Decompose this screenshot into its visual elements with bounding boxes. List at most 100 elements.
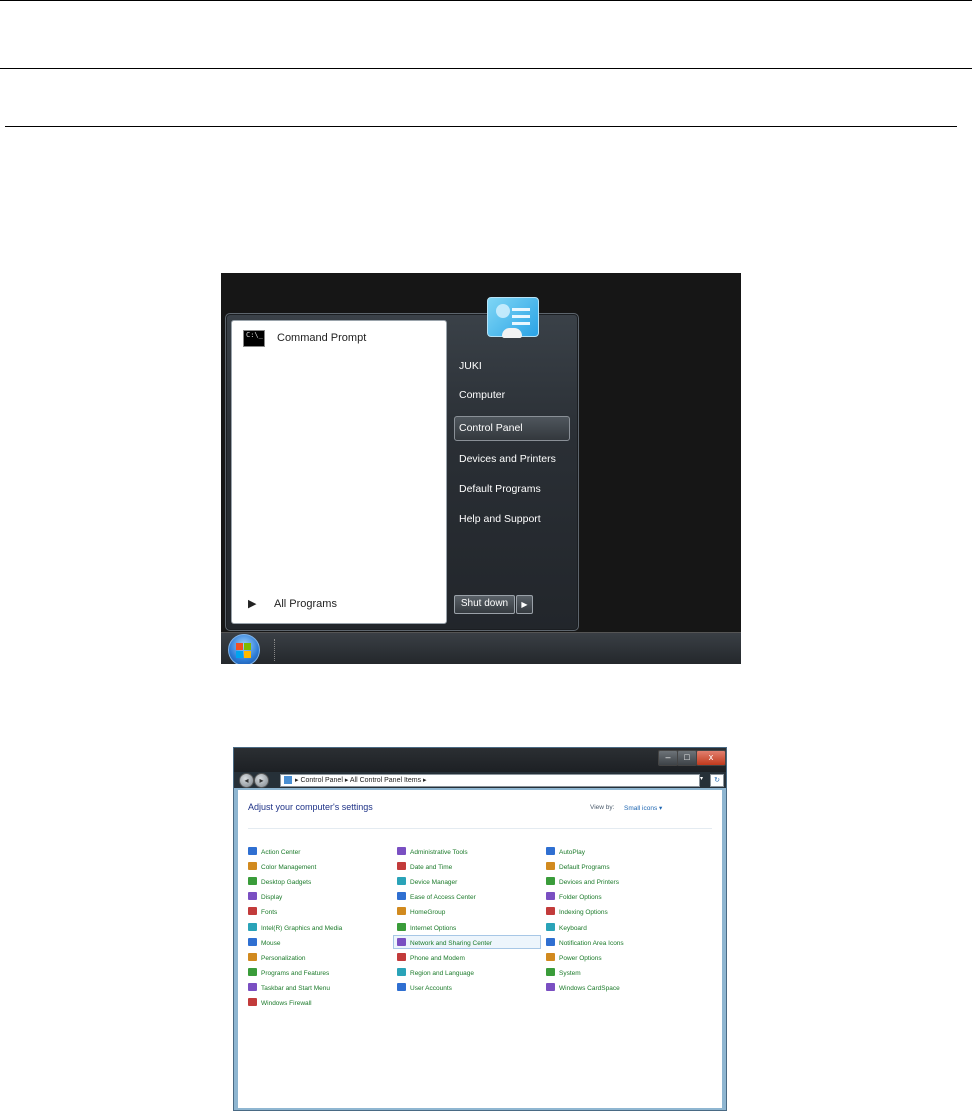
window-titlebar[interactable]: – □ x xyxy=(234,748,726,772)
minimize-button[interactable]: – xyxy=(658,750,678,766)
display-icon xyxy=(248,892,257,901)
cp-item-device-manager[interactable]: Device Manager xyxy=(397,877,457,889)
start-item-computer[interactable]: Computer xyxy=(459,389,505,401)
cp-item-autoplay[interactable]: AutoPlay xyxy=(546,847,585,859)
cp-item-label: Device Manager xyxy=(410,879,458,887)
cp-item-keyboard[interactable]: Keyboard xyxy=(546,922,587,935)
pinned-item-command-prompt[interactable]: C:\_ Command Prompt xyxy=(233,327,443,351)
middle-rule xyxy=(0,68,972,69)
windows-firewall-icon xyxy=(248,998,257,1006)
start-item-help-and-support[interactable]: Help and Support xyxy=(459,513,541,525)
address-bar[interactable]: ▸ Control Panel ▸ All Control Panel Item… xyxy=(280,774,700,787)
cp-item-programs-and-features[interactable]: Programs and Features xyxy=(248,967,329,980)
cp-item-mouse[interactable]: Mouse xyxy=(248,937,281,950)
cp-item-network-and-sharing-center[interactable]: Network and Sharing Center xyxy=(397,937,493,950)
cp-item-date-and-time[interactable]: Date and Time xyxy=(397,862,452,874)
cp-item-desktop-gadgets[interactable]: Desktop Gadgets xyxy=(248,877,311,889)
cp-item-label: Phone and Modem xyxy=(410,954,465,962)
cp-item-fonts[interactable]: Fonts xyxy=(248,907,277,919)
cp-item-action-center[interactable]: Action Center xyxy=(248,847,300,859)
cp-item-personalization[interactable]: Personalization xyxy=(248,952,306,965)
start-item-juki[interactable]: JUKI xyxy=(459,360,482,372)
cp-item-system[interactable]: System xyxy=(546,967,581,980)
chevron-right-icon: ▶ xyxy=(248,598,257,610)
cp-item-label: Network and Sharing Center xyxy=(410,939,493,947)
all-programs-item[interactable]: ▶ All Programs xyxy=(242,596,442,614)
cp-item-internet-options[interactable]: Internet Options xyxy=(397,922,457,935)
cp-item-label: System xyxy=(559,969,581,977)
cp-item-label: Action Center xyxy=(261,849,301,856)
device-manager-icon xyxy=(397,877,406,886)
close-button[interactable]: x xyxy=(696,750,726,766)
cp-item-label: Power Options xyxy=(559,954,602,962)
cp-item-label: Personalization xyxy=(261,954,306,962)
personalization-icon xyxy=(248,952,257,961)
page-title: Adjust your computer's settings xyxy=(248,802,373,812)
cp-item-label: Folder Options xyxy=(559,894,602,902)
power-options-icon xyxy=(546,952,555,961)
shut-down-button[interactable]: Shut down xyxy=(454,595,515,614)
cp-item-label: Devices and Printers xyxy=(559,879,619,887)
start-item-devices-and-printers[interactable]: Devices and Printers xyxy=(459,453,556,465)
cp-item-label: Color Management xyxy=(261,864,317,872)
cp-item-label: Indexing Options xyxy=(559,909,608,917)
cp-item-label: Intel(R) Graphics and Media xyxy=(261,924,343,932)
cp-item-label: Fonts xyxy=(261,909,278,917)
cp-item-user-accounts[interactable]: User Accounts xyxy=(397,982,452,995)
region-and-language-icon xyxy=(397,967,406,976)
cp-item-intel-r-graphics-and-media[interactable]: Intel(R) Graphics and Media xyxy=(248,922,343,935)
cp-item-devices-and-printers[interactable]: Devices and Printers xyxy=(546,877,619,889)
start-item-control-panel[interactable]: Control Panel xyxy=(459,422,523,434)
cp-item-notification-area-icons[interactable]: Notification Area Icons xyxy=(546,937,624,950)
network-and-sharing-center-icon xyxy=(397,937,406,946)
cp-item-label: Windows CardSpace xyxy=(559,984,620,992)
cp-item-label: AutoPlay xyxy=(559,849,586,856)
cp-item-label: Internet Options xyxy=(410,924,457,932)
cp-item-indexing-options[interactable]: Indexing Options xyxy=(546,907,608,919)
cp-item-color-management[interactable]: Color Management xyxy=(248,862,316,874)
cp-item-label: Desktop Gadgets xyxy=(261,879,312,887)
forward-button[interactable]: ▸ xyxy=(254,773,269,788)
default-programs-icon xyxy=(546,862,555,871)
windows-cardspace-icon xyxy=(546,982,555,991)
top-rule xyxy=(0,0,972,1)
cp-item-region-and-language[interactable]: Region and Language xyxy=(397,967,474,980)
cp-item-power-options[interactable]: Power Options xyxy=(546,952,602,965)
address-dropdown-icon[interactable]: ▾ xyxy=(700,774,708,785)
cp-item-administrative-tools[interactable]: Administrative Tools xyxy=(397,847,468,859)
view-by-dropdown[interactable]: Small icons ▾ xyxy=(624,804,662,812)
cp-item-label: Default Programs xyxy=(559,864,610,872)
cp-item-windows-firewall[interactable]: Windows Firewall xyxy=(248,998,312,1010)
cp-item-taskbar-and-start-menu[interactable]: Taskbar and Start Menu xyxy=(248,982,330,995)
cp-item-ease-of-access-center[interactable]: Ease of Access Center xyxy=(397,892,476,904)
homegroup-icon xyxy=(397,907,406,916)
command-prompt-icon: C:\_ xyxy=(243,330,265,347)
shut-down-options-button[interactable]: ▶ xyxy=(516,595,533,614)
cp-item-default-programs[interactable]: Default Programs xyxy=(546,862,610,874)
all-programs-label: All Programs xyxy=(274,598,337,610)
date-and-time-icon xyxy=(397,862,406,871)
back-button[interactable]: ◂ xyxy=(239,773,254,788)
keyboard-icon xyxy=(546,922,555,931)
taskbar-grip[interactable] xyxy=(274,639,277,661)
cp-item-label: Mouse xyxy=(261,939,281,947)
start-orb-icon[interactable] xyxy=(228,634,260,664)
divider xyxy=(248,828,712,829)
cp-item-display[interactable]: Display xyxy=(248,892,282,904)
cp-item-folder-options[interactable]: Folder Options xyxy=(546,892,602,904)
user-accounts-icon xyxy=(397,982,406,991)
cp-item-phone-and-modem[interactable]: Phone and Modem xyxy=(397,952,465,965)
breadcrumb: ▸ Control Panel ▸ All Control Panel Item… xyxy=(295,777,427,784)
maximize-button[interactable]: □ xyxy=(677,750,697,766)
cp-item-label: Ease of Access Center xyxy=(410,894,476,902)
view-by-label: View by: xyxy=(590,804,615,811)
start-item-default-programs[interactable]: Default Programs xyxy=(459,483,541,495)
devices-and-printers-icon xyxy=(546,877,555,886)
refresh-button[interactable]: ↻ xyxy=(710,774,724,787)
cp-item-label: HomeGroup xyxy=(410,909,446,917)
cp-item-label: Notification Area Icons xyxy=(559,939,624,947)
cp-item-homegroup[interactable]: HomeGroup xyxy=(397,907,445,919)
user-picture-icon[interactable] xyxy=(487,297,539,338)
control-panel-icon xyxy=(284,776,292,784)
cp-item-windows-cardspace[interactable]: Windows CardSpace xyxy=(546,982,620,995)
